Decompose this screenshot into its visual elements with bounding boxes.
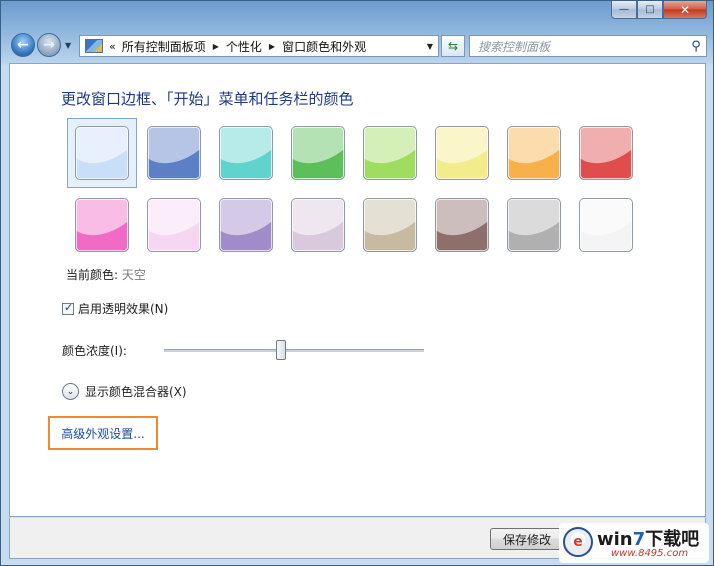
intensity-slider-track[interactable] [164,349,424,352]
color-swatch-tile [507,198,561,252]
transparency-label[interactable]: 启用透明效果(N) [78,300,168,317]
color-mixer-label[interactable]: 显示颜色混合器(X) [85,383,187,400]
color-swatch-tile [219,198,273,252]
color-swatch-tile [579,126,633,180]
chevron-down-icon: ▼ [426,41,434,51]
color-swatch-10[interactable] [139,190,209,260]
search-box[interactable]: 搜索控制面板 ⚲ [469,35,707,57]
content-pane: 更改窗口边框、「开始」菜单和任务栏的颜色 当前颜色: 天空 启用透明效果(N) … [9,63,706,517]
advanced-appearance-highlight: 高级外观设置... [48,416,158,450]
search-icon[interactable]: ⚲ [686,39,706,54]
color-swatch-14[interactable] [427,190,497,260]
save-changes-button[interactable]: 保存修改 [490,528,564,550]
breadcrumb-separator-icon[interactable]: ▶ [269,42,275,51]
color-swatch-7[interactable] [499,118,569,188]
color-swatch-8[interactable] [571,118,641,188]
color-swatch-tile [75,126,129,180]
color-swatch-tile [507,126,561,180]
color-swatch-11[interactable] [211,190,281,260]
color-swatch-2[interactable] [139,118,209,188]
intensity-label: 颜色浓度(I): [62,344,127,358]
color-swatch-tile [291,126,345,180]
transparency-checkbox[interactable] [62,301,74,315]
recent-pages-dropdown[interactable]: ▼ [65,41,71,50]
color-swatch-13[interactable] [355,190,425,260]
page-title: 更改窗口边框、「开始」菜单和任务栏的颜色 [61,90,354,108]
color-swatch-tile [291,198,345,252]
color-swatch-tile [363,126,417,180]
intensity-slider-thumb[interactable] [276,340,286,360]
current-color: 当前颜色: 天空 [66,266,146,283]
color-swatch-5[interactable] [355,118,425,188]
breadcrumb-item-window-color[interactable]: 窗口颜色和外观 [282,38,366,55]
watermark-brand-suffix: 下载吧 [645,529,700,550]
chevron-down-icon: ▼ [65,41,72,50]
maximize-button[interactable]: □ [637,1,663,19]
arrow-left-icon: ← [17,37,29,53]
back-button[interactable]: ← [11,33,35,57]
current-color-label: 当前颜色: [66,268,119,282]
breadcrumb-separator-icon[interactable]: ▶ [213,42,219,51]
color-swatch-tile [579,198,633,252]
color-swatch-1[interactable] [67,118,137,188]
breadcrumb-item-personalization[interactable]: 个性化 [226,38,262,55]
refresh-icon: ⇆ [447,39,459,53]
color-swatch-4[interactable] [283,118,353,188]
color-swatch-12[interactable] [283,190,353,260]
address-bar[interactable]: « 所有控制面板项 ▶ 个性化 ▶ 窗口颜色和外观 ▼ [79,35,439,57]
watermark-brand-seven: 7 [632,529,646,550]
color-mixer-toggle[interactable]: ⌄ 显示颜色混合器(X) [62,383,187,400]
caption-buttons: — □ ✕ [611,1,707,19]
color-swatch-tile [435,126,489,180]
navigation-bar: ← → ▼ « 所有控制面板项 ▶ 个性化 ▶ 窗口颜色和外观 ▼ ⇆ 搜索控制… [9,31,707,61]
color-swatch-15[interactable] [499,190,569,260]
color-swatch-tile [435,198,489,252]
color-swatch-9[interactable] [67,190,137,260]
minimize-icon: — [619,4,629,15]
close-icon: ✕ [679,2,691,17]
breadcrumb: « 所有控制面板项 ▶ 个性化 ▶ 窗口颜色和外观 [107,38,366,55]
close-button[interactable]: ✕ [663,1,707,19]
minimize-button[interactable]: — [611,1,637,19]
save-changes-label: 保存修改 [502,532,551,547]
maximize-icon: □ [645,4,655,15]
breadcrumb-item-all-items[interactable]: 所有控制面板项 [122,38,206,55]
color-swatch-tile [363,198,417,252]
search-input[interactable]: 搜索控制面板 [478,38,550,55]
current-color-name: 天空 [121,268,146,282]
color-swatch-tile [147,126,201,180]
color-swatch-tile [219,126,273,180]
transparency-option[interactable]: 启用透明效果(N) [62,300,168,317]
color-swatch-tile [147,198,201,252]
watermark-logo-icon: e [563,527,593,557]
color-swatch-6[interactable] [427,118,497,188]
chevron-down-icon[interactable]: ⌄ [62,383,79,400]
watermark-brand-prefix: win [597,529,633,550]
control-panel-window: — □ ✕ ← → ▼ « 所有控制面板项 ▶ 个性化 ▶ 窗口颜色和外观 ▼ … [0,0,714,566]
forward-button[interactable]: → [37,33,61,57]
address-dropdown-button[interactable]: ▼ [422,42,438,51]
arrow-right-icon: → [43,37,55,53]
color-swatch-tile [75,198,129,252]
advanced-appearance-link[interactable]: 高级外观设置... [61,425,144,442]
refresh-button[interactable]: ⇆ [441,35,465,57]
color-swatch-16[interactable] [571,190,641,260]
watermark: e win7下载吧 www.8495.com [559,523,709,563]
color-swatch-3[interactable] [211,118,281,188]
watermark-url: www.8495.com [611,548,689,559]
breadcrumb-overflow[interactable]: « [109,40,116,53]
control-panel-icon [85,39,103,53]
